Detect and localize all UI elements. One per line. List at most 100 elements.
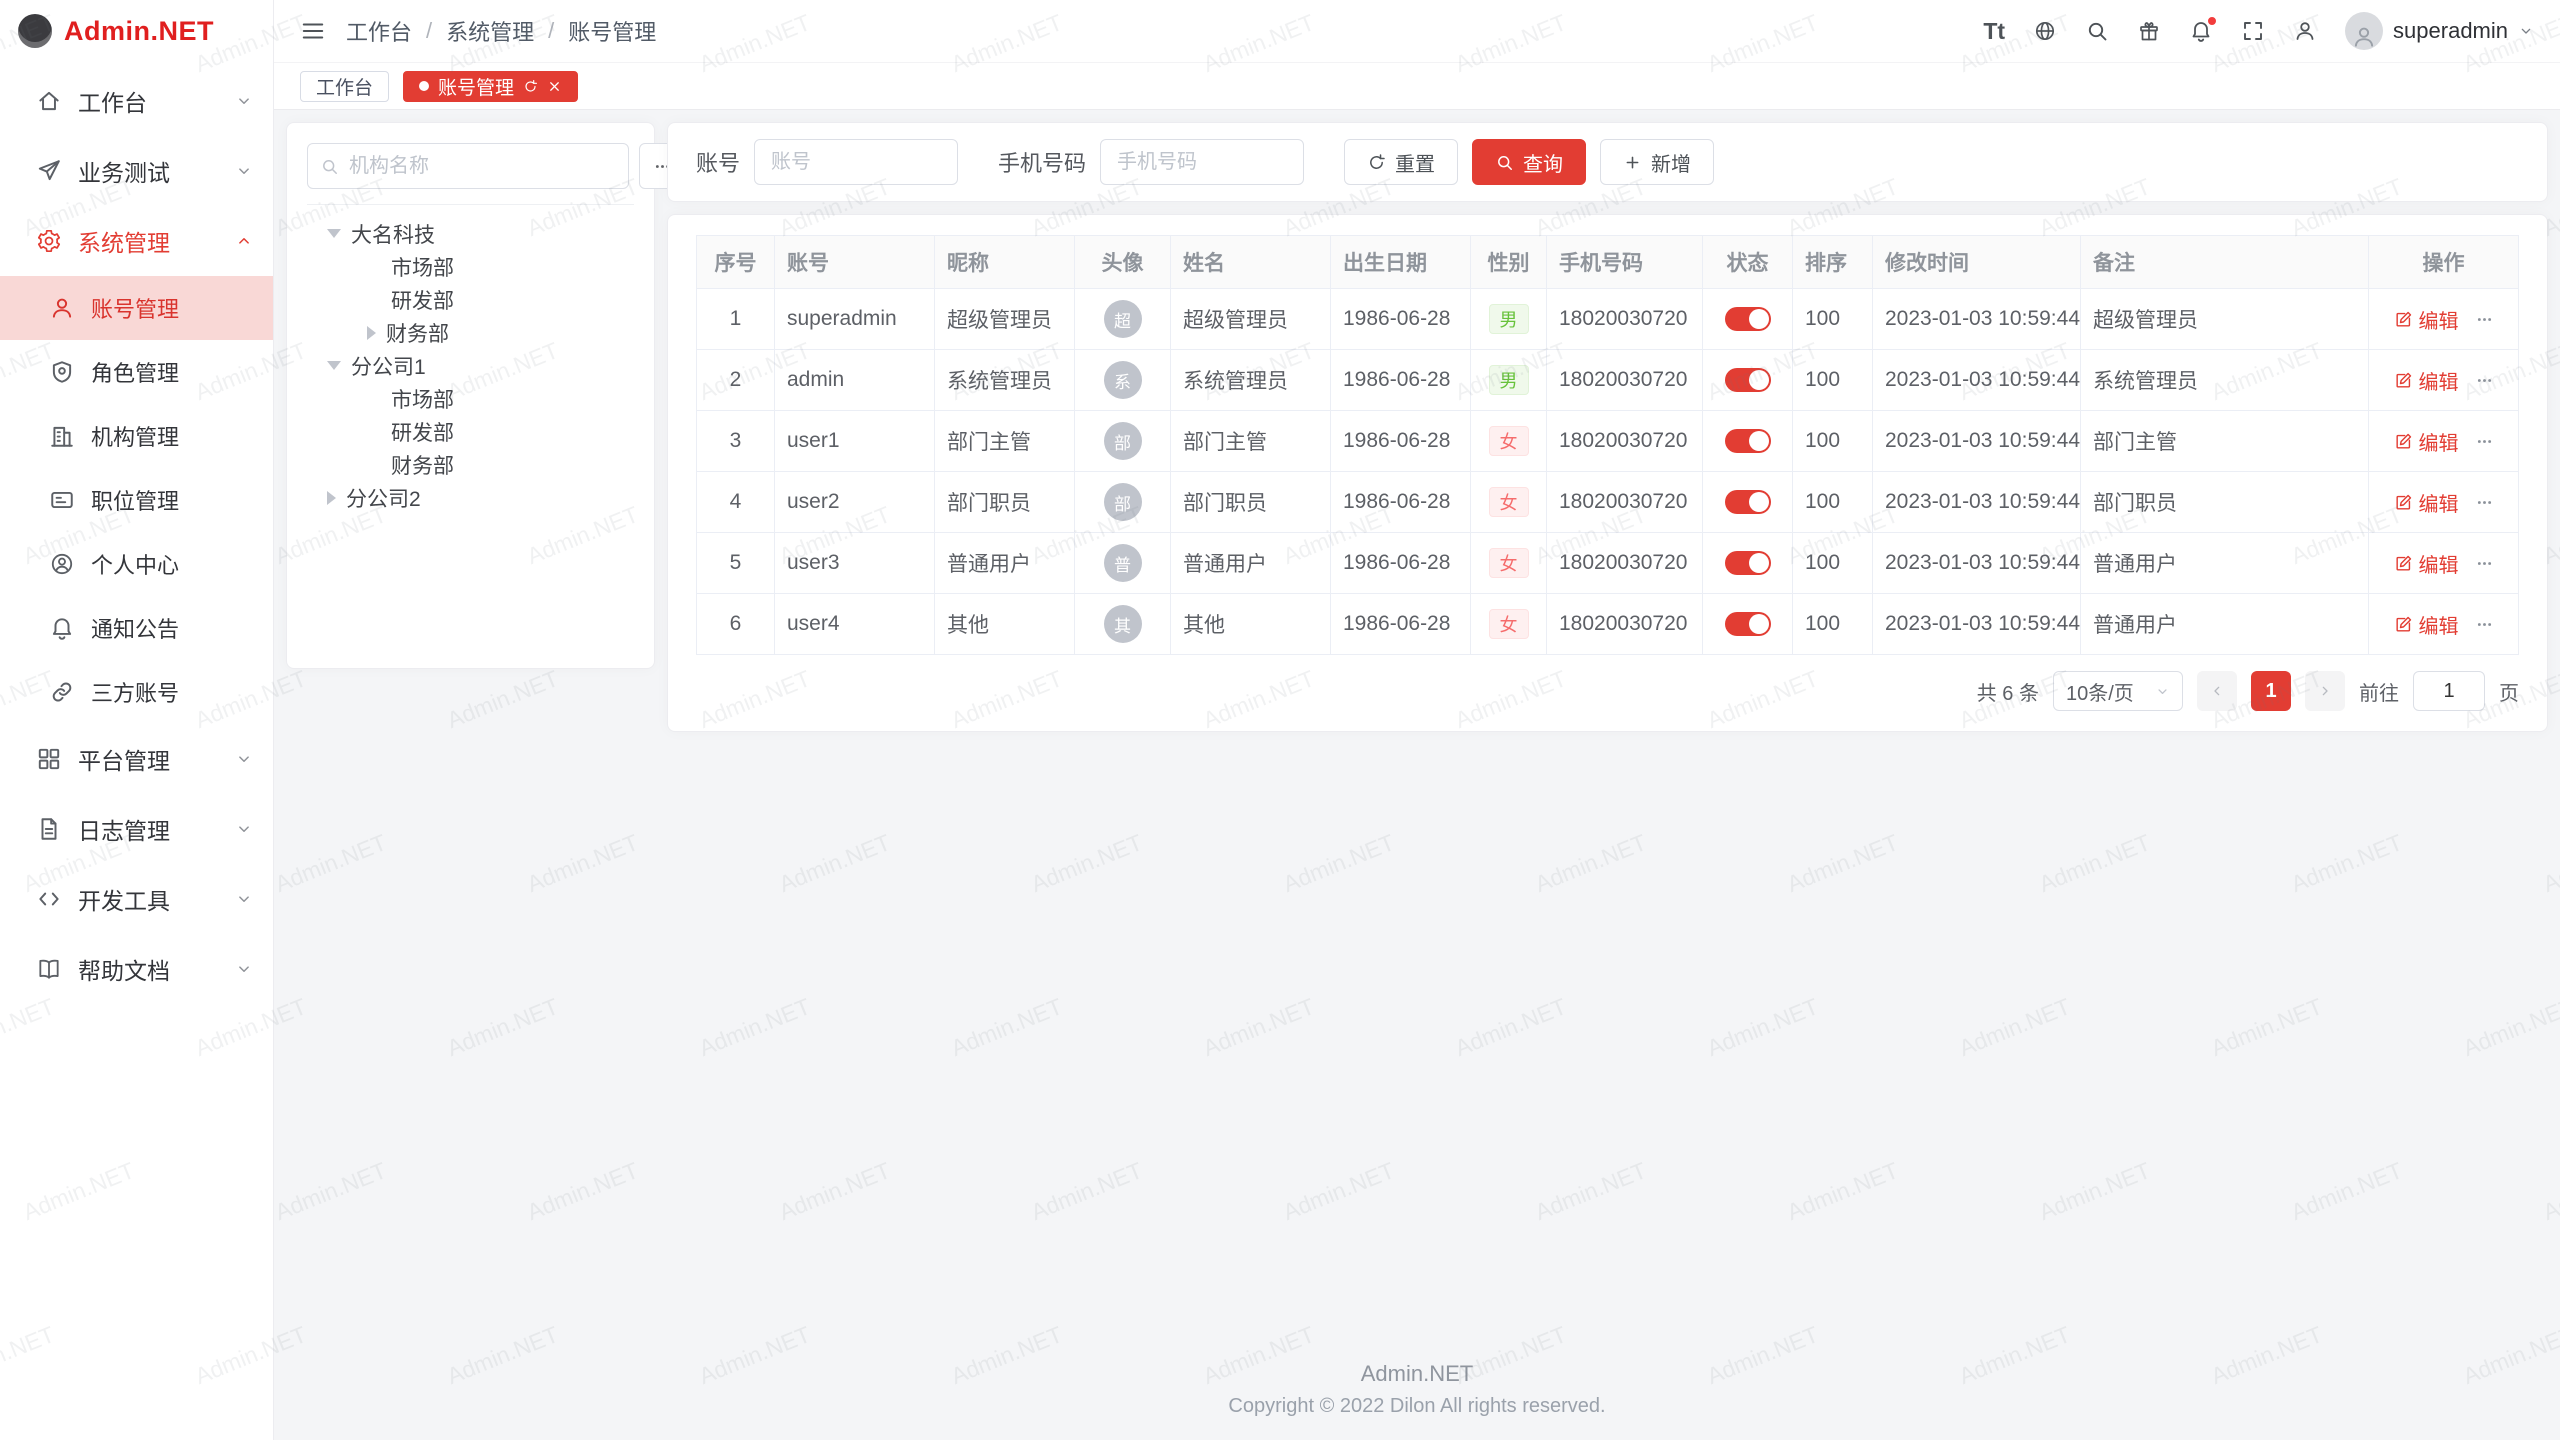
more-actions-button[interactable] [2475, 371, 2494, 390]
sidebar-item-notice-announcement[interactable]: 通知公告 [0, 596, 273, 660]
edit-button[interactable]: 编辑 [2394, 427, 2459, 456]
add-button[interactable]: 新增 [1600, 139, 1714, 185]
tree-node[interactable]: 研发部 [307, 415, 634, 448]
edit-label: 编辑 [2419, 366, 2459, 395]
tab-refresh-icon[interactable] [523, 79, 538, 94]
sidebar-item-label: 工作台 [78, 84, 147, 118]
sidebar-item-dev-tools[interactable]: 开发工具 [0, 864, 273, 934]
sidebar-item-label: 平台管理 [78, 742, 170, 776]
cell-index: 3 [697, 411, 775, 472]
topbar-tools: Tt superadmin [1983, 12, 2534, 50]
sidebar-item-label: 业务测试 [78, 154, 170, 188]
notification-bell-icon[interactable] [2189, 19, 2213, 43]
tree-node[interactable]: 财务部 [307, 316, 634, 349]
next-page-button[interactable] [2305, 671, 2345, 711]
tree-node-label: 研发部 [391, 417, 454, 447]
breadcrumb-item-system-management[interactable]: 系统管理 [446, 15, 534, 47]
tree-node[interactable]: 市场部 [307, 382, 634, 415]
table-row: 3user1部门主管部部门主管1986-06-28女18020030720100… [697, 411, 2519, 472]
tree-node[interactable]: 市场部 [307, 250, 634, 283]
status-toggle[interactable] [1725, 490, 1771, 514]
cell-phone: 18020030720 [1547, 472, 1703, 533]
tree-node[interactable]: 研发部 [307, 283, 634, 316]
tab-label: 账号管理 [438, 73, 514, 100]
status-toggle[interactable] [1725, 429, 1771, 453]
sidebar-item-log-management[interactable]: 日志管理 [0, 794, 273, 864]
status-toggle[interactable] [1725, 307, 1771, 331]
tab-close-icon[interactable] [547, 79, 562, 94]
more-actions-button[interactable] [2475, 493, 2494, 512]
sidebar-item-personal-center[interactable]: 个人中心 [0, 532, 273, 596]
gender-tag: 女 [1489, 548, 1529, 578]
row-avatar: 部 [1104, 483, 1142, 521]
menu-collapse-icon[interactable] [300, 18, 326, 44]
edit-icon [2394, 615, 2413, 634]
sidebar-item-label: 角色管理 [91, 356, 179, 388]
tree-expand-caret-icon[interactable] [327, 491, 336, 505]
sidebar-item-account-management[interactable]: 账号管理 [0, 276, 273, 340]
sidebar-item-system-management[interactable]: 系统管理 [0, 206, 273, 276]
edit-button[interactable]: 编辑 [2394, 549, 2459, 578]
status-toggle[interactable] [1725, 612, 1771, 636]
more-icon [2475, 310, 2494, 329]
org-search-input[interactable] [347, 154, 616, 179]
tree-expand-caret-icon[interactable] [367, 326, 376, 340]
tree-node[interactable]: 大名科技 [307, 217, 634, 250]
account-input[interactable] [754, 139, 958, 185]
app-logo[interactable]: Admin.NET [0, 0, 273, 62]
lock-screen-icon[interactable] [2293, 19, 2317, 43]
chevron-down-icon [235, 162, 253, 180]
tab-workbench[interactable]: 工作台 [300, 71, 389, 102]
gender-tag: 男 [1489, 304, 1529, 334]
cell-actions: 编辑 [2369, 350, 2519, 411]
tree-node[interactable]: 分公司2 [307, 481, 634, 514]
search-icon[interactable] [2085, 19, 2109, 43]
fullscreen-icon[interactable] [2241, 19, 2265, 43]
more-actions-button[interactable] [2475, 310, 2494, 329]
tree-expand-caret-icon[interactable] [327, 361, 341, 370]
goto-page-input[interactable] [2413, 671, 2485, 711]
tab-account-management[interactable]: 账号管理 [403, 71, 578, 102]
tree-expand-caret-icon[interactable] [327, 229, 341, 238]
sidebar: Admin.NET 工作台业务测试系统管理账号管理角色管理机构管理职位管理个人中… [0, 0, 274, 1440]
prev-page-button[interactable] [2197, 671, 2237, 711]
edit-button[interactable]: 编辑 [2394, 610, 2459, 639]
more-actions-button[interactable] [2475, 432, 2494, 451]
app-logo-icon [18, 14, 52, 48]
more-actions-button[interactable] [2475, 615, 2494, 634]
column-header-index: 序号 [697, 236, 775, 289]
gender-tag: 女 [1489, 609, 1529, 639]
search-button[interactable]: 查询 [1472, 139, 1586, 185]
sidebar-item-platform-management[interactable]: 平台管理 [0, 724, 273, 794]
edit-button[interactable]: 编辑 [2394, 488, 2459, 517]
user-menu[interactable]: superadmin [2345, 12, 2534, 50]
sidebar-item-workbench[interactable]: 工作台 [0, 66, 273, 136]
page-size-select[interactable]: 10条/页 [2053, 671, 2183, 711]
breadcrumb-item-workbench[interactable]: 工作台 [346, 15, 412, 47]
status-toggle[interactable] [1725, 368, 1771, 392]
edit-label: 编辑 [2419, 427, 2459, 456]
cell-avatar: 系 [1075, 350, 1171, 411]
edit-button[interactable]: 编辑 [2394, 366, 2459, 395]
theme-icon[interactable] [2137, 19, 2161, 43]
tree-node-label: 财务部 [391, 450, 454, 480]
edit-button[interactable]: 编辑 [2394, 305, 2459, 334]
status-toggle[interactable] [1725, 551, 1771, 575]
phone-input[interactable] [1100, 139, 1304, 185]
font-size-icon[interactable]: Tt [1983, 18, 2005, 45]
reset-button[interactable]: 重置 [1344, 139, 1458, 185]
sidebar-item-business-test[interactable]: 业务测试 [0, 136, 273, 206]
cell-birthday: 1986-06-28 [1331, 594, 1471, 655]
language-icon[interactable] [2033, 19, 2057, 43]
tree-node[interactable]: 分公司1 [307, 349, 634, 382]
sidebar-item-position-management[interactable]: 职位管理 [0, 468, 273, 532]
sidebar-item-org-management[interactable]: 机构管理 [0, 404, 273, 468]
sidebar-item-help-docs[interactable]: 帮助文档 [0, 934, 273, 1004]
sidebar-item-role-management[interactable]: 角色管理 [0, 340, 273, 404]
more-actions-button[interactable] [2475, 554, 2494, 573]
tree-node[interactable]: 财务部 [307, 448, 634, 481]
sidebar-item-third-party-account[interactable]: 三方账号 [0, 660, 273, 724]
cell-account: user2 [775, 472, 935, 533]
more-icon [2475, 554, 2494, 573]
page-number-1[interactable]: 1 [2251, 671, 2291, 711]
